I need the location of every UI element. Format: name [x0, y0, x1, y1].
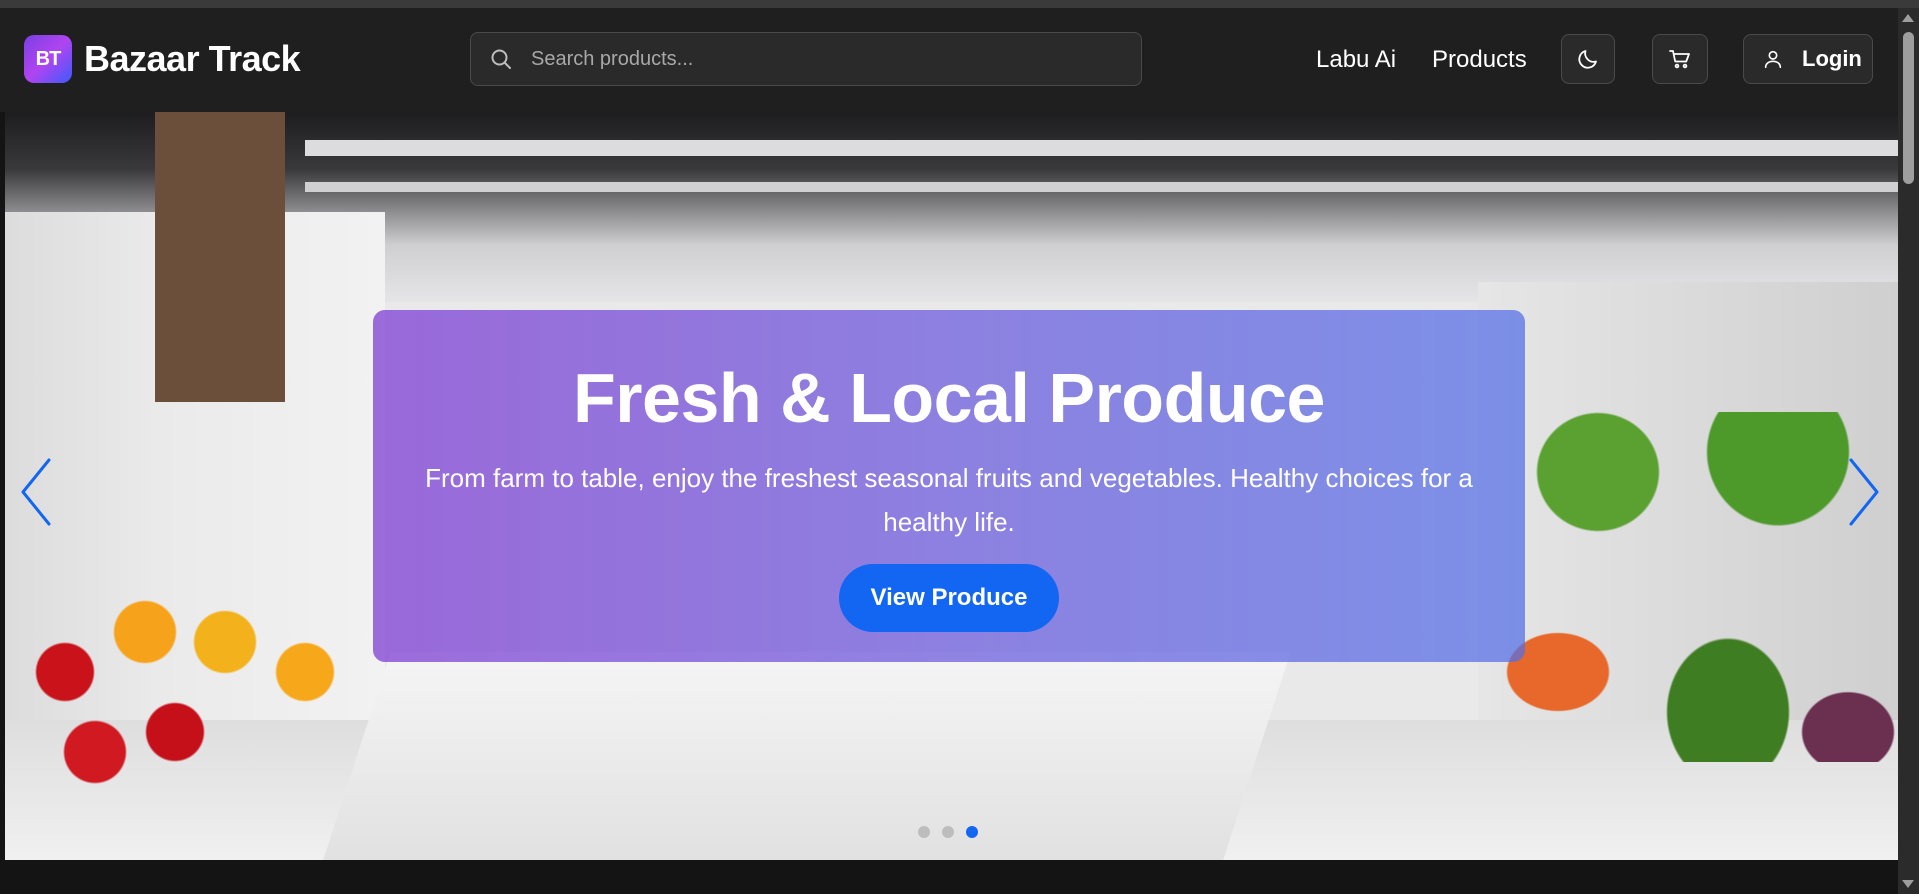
theme-toggle-button[interactable] — [1561, 34, 1615, 84]
scrollbar-thumb[interactable] — [1903, 32, 1914, 184]
nav-link-products[interactable]: Products — [1432, 46, 1527, 74]
window-top-border — [0, 0, 1919, 8]
login-button[interactable]: Login — [1743, 34, 1873, 84]
scrollbar[interactable] — [1898, 8, 1919, 894]
hero-carousel: Fresh & Local Produce From farm to table… — [5, 112, 1898, 860]
view-produce-button[interactable]: View Produce — [839, 564, 1059, 632]
hero-background-beam — [305, 182, 1898, 192]
nav-link-labu-ai[interactable]: Labu Ai — [1316, 46, 1396, 74]
carousel-dot[interactable] — [942, 826, 954, 838]
chevron-left-icon[interactable] — [17, 452, 57, 532]
scroll-up-arrow-icon[interactable] — [1902, 14, 1914, 22]
hero-background-counter — [319, 652, 1291, 860]
hero-background-wood-panel — [155, 112, 285, 402]
carousel-dot[interactable] — [918, 826, 930, 838]
hero-caption-card: Fresh & Local Produce From farm to table… — [373, 310, 1525, 662]
cart-button[interactable] — [1652, 34, 1708, 84]
hero-background-vegetables — [1478, 412, 1898, 762]
search-bar[interactable] — [470, 32, 1142, 86]
hero-background-fruit — [5, 552, 385, 852]
login-label: Login — [1802, 46, 1862, 71]
hero-background-beam — [305, 140, 1898, 156]
search-input[interactable] — [531, 47, 1141, 71]
chevron-right-icon[interactable] — [1843, 452, 1883, 532]
hero-title: Fresh & Local Produce — [573, 359, 1325, 437]
brand-name: Bazaar Track — [84, 38, 301, 79]
brand[interactable]: BT Bazaar Track — [24, 35, 301, 83]
scroll-down-arrow-icon[interactable] — [1902, 880, 1914, 888]
carousel-dot-active[interactable] — [966, 826, 978, 838]
brand-logo: BT — [24, 35, 72, 83]
carousel-indicators — [918, 826, 978, 838]
search-icon — [491, 49, 511, 69]
user-icon — [1764, 50, 1782, 69]
page-bottom-strip — [0, 860, 1898, 894]
navbar: BT Bazaar Track Labu Ai Products Login — [0, 8, 1898, 112]
hero-subtitle: From farm to table, enjoy the freshest s… — [425, 463, 1473, 537]
cart-icon — [1669, 50, 1690, 69]
moon-icon — [1578, 50, 1597, 69]
